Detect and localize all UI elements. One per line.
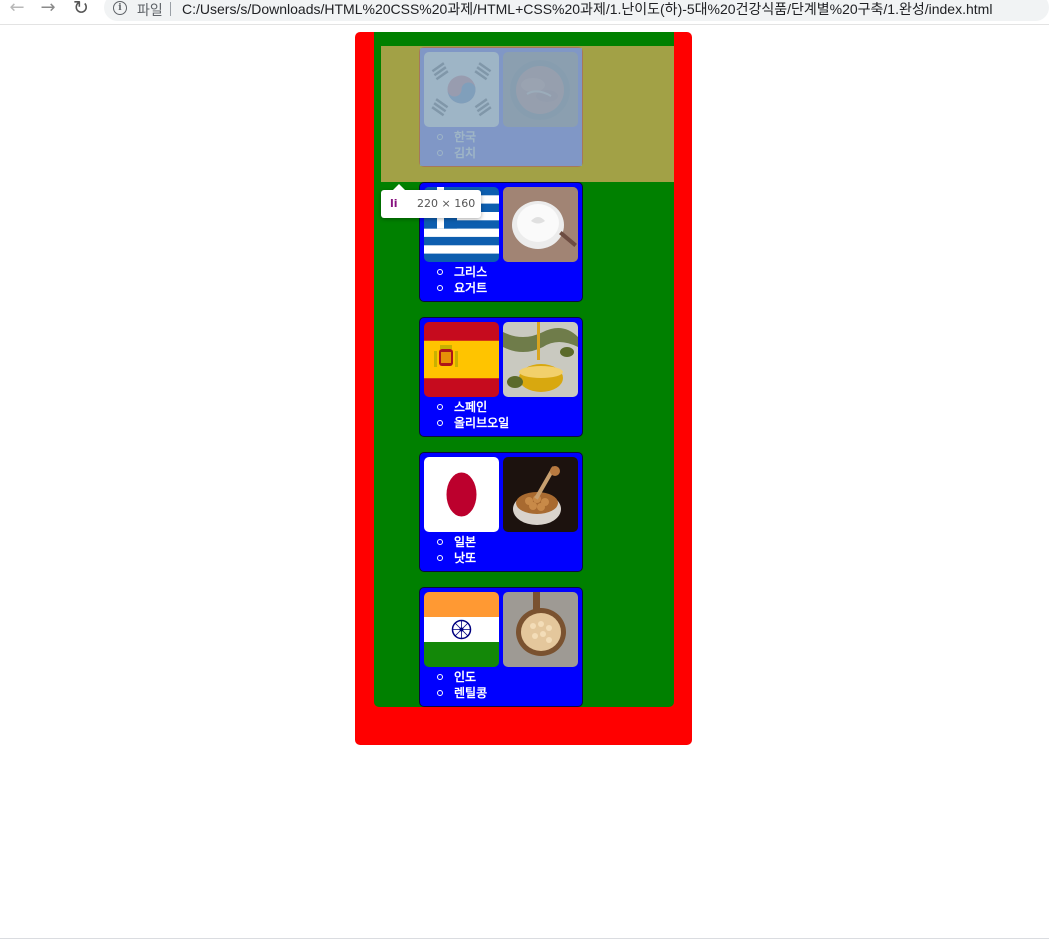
food-label: 요거트	[420, 280, 487, 296]
tooltip-size: 220 × 160	[417, 197, 476, 210]
food-label: 낫또	[420, 550, 476, 566]
circle-bullet-icon	[437, 404, 443, 410]
food-text: 낫또	[454, 551, 477, 565]
url-text[interactable]: C:/Users/s/Downloads/HTML%20CSS%20과제/HTM…	[182, 0, 992, 19]
card-text-list: 인도 렌틸콩	[420, 669, 487, 701]
window-bottom-border	[0, 938, 1049, 939]
devtools-content-highlight	[420, 48, 582, 166]
food-card-spain[interactable]: 스페인 올리브오일	[419, 317, 583, 437]
japan-flag-icon	[424, 457, 499, 532]
food-label: 올리브오일	[420, 415, 509, 431]
country-text: 그리스	[454, 265, 488, 279]
circle-bullet-icon	[437, 674, 443, 680]
country-text: 인도	[454, 670, 477, 684]
country-label: 일본	[420, 534, 476, 550]
browser-toolbar: ← → ↻ i 파일 C:/Users/s/Downloads/HTML%20C…	[0, 0, 1049, 25]
circle-bullet-icon	[437, 269, 443, 275]
india-flag-icon	[424, 592, 499, 667]
country-label: 인도	[420, 669, 487, 685]
card-text-list: 그리스 요거트	[420, 264, 487, 296]
food-label: 렌틸콩	[420, 685, 487, 701]
food-text: 요거트	[454, 281, 488, 295]
card-text-list: 일본 낫또	[420, 534, 476, 566]
circle-bullet-icon	[437, 690, 443, 696]
food-text: 렌틸콩	[454, 686, 488, 700]
country-label: 스페인	[420, 399, 509, 415]
country-label: 그리스	[420, 264, 487, 280]
forward-arrow-icon[interactable]: →	[36, 0, 60, 20]
yogurt-photo	[503, 187, 578, 262]
scheme-label: 파일	[137, 3, 163, 19]
reload-icon[interactable]: ↻	[69, 0, 93, 20]
food-card-india[interactable]: 인도 렌틸콩	[419, 587, 583, 707]
info-icon[interactable]: i	[113, 1, 127, 15]
card-text-list: 스페인 올리브오일	[420, 399, 509, 431]
tooltip-tag-name: li	[390, 197, 398, 210]
food-card-japan[interactable]: 일본 낫또	[419, 452, 583, 572]
devtools-element-tooltip: li 220 × 160	[381, 184, 481, 218]
country-text: 스페인	[454, 400, 488, 414]
circle-bullet-icon	[437, 285, 443, 291]
lentil-photo	[503, 592, 578, 667]
natto-photo	[503, 457, 578, 532]
circle-bullet-icon	[437, 539, 443, 545]
country-text: 일본	[454, 535, 477, 549]
spain-flag-icon	[424, 322, 499, 397]
back-arrow-icon[interactable]: ←	[5, 0, 29, 20]
circle-bullet-icon	[437, 420, 443, 426]
address-bar[interactable]: i 파일 C:/Users/s/Downloads/HTML%20CSS%20과…	[104, 0, 1049, 21]
olive-oil-photo	[503, 322, 578, 397]
circle-bullet-icon	[437, 555, 443, 561]
address-separator	[170, 2, 171, 16]
food-text: 올리브오일	[454, 416, 510, 430]
